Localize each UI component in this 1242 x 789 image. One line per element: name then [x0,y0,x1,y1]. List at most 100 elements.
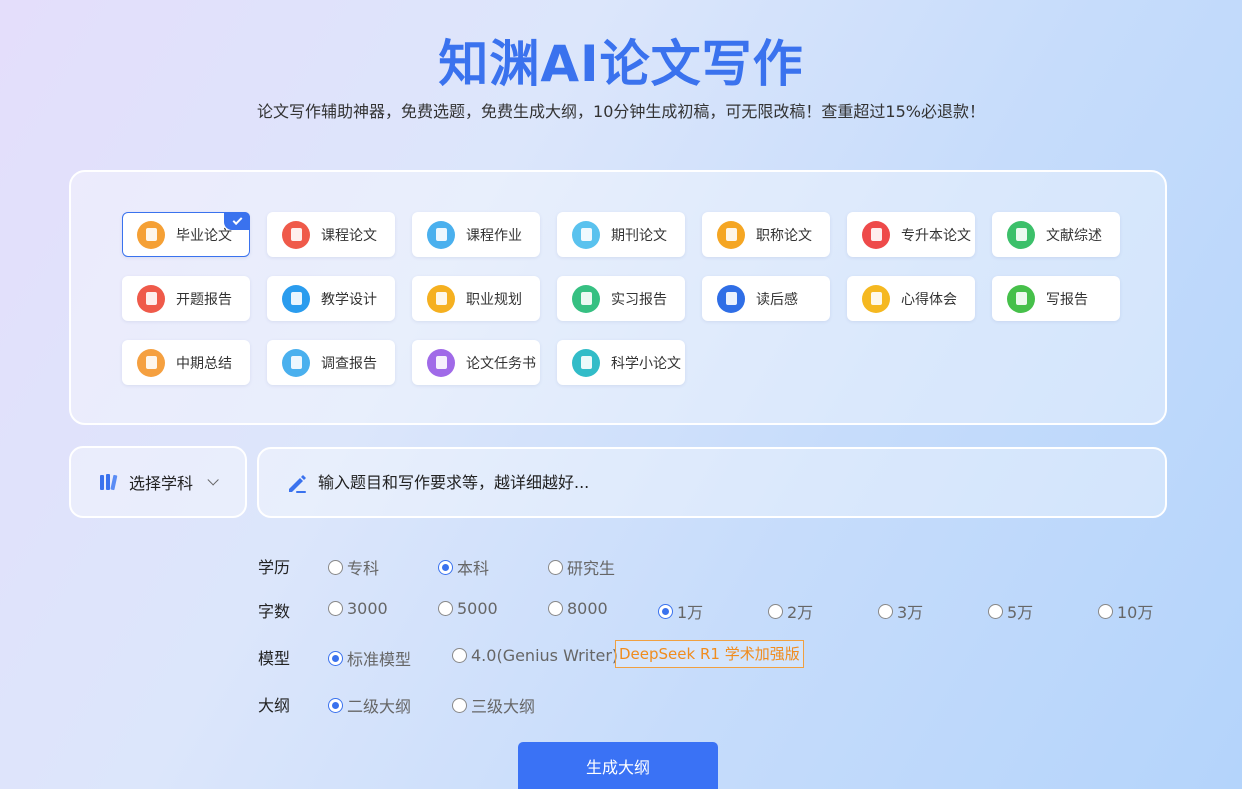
radio-dot[interactable] [328,697,343,713]
paper-type-card[interactable]: 开题报告 [122,276,250,321]
outline-label: 大纲 [258,696,291,715]
paper-type-label: 调查报告 [321,355,377,372]
radio-label: 1万 [677,603,704,622]
paper-type-card[interactable]: 读后感 [702,276,830,321]
radio-label: 2万 [787,603,814,622]
task-book-icon [427,348,455,377]
paper-type-label: 文献综述 [1046,227,1102,244]
radio-words-20k[interactable]: 2万 [768,599,813,623]
notebook-icon [862,284,890,313]
paper-type-label: 心得体会 [901,291,957,308]
graduation-cap-icon [137,220,165,249]
radio-label: 5万 [1007,603,1034,622]
topic-input[interactable] [318,473,1118,492]
radio-dot[interactable] [438,601,453,616]
paper-type-card[interactable]: 中期总结 [122,340,250,385]
paper-type-card[interactable]: 教学设计 [267,276,395,321]
radio-words-30k[interactable]: 3万 [878,599,923,623]
icon-glyph [435,292,447,305]
paper-type-label: 毕业论文 [176,227,232,244]
paper-type-card[interactable]: 文献综述 [992,212,1120,257]
radio-label: 本科 [457,559,490,578]
radio-dot[interactable] [452,697,467,713]
paper-type-card[interactable]: 写报告 [992,276,1120,321]
radio-words-3000[interactable]: 3000 [328,599,388,618]
page-title: 知渊AI论文写作 [438,35,804,93]
radio-dot[interactable] [328,601,343,616]
radio-education-benke[interactable]: 本科 [438,555,489,579]
paper-type-card[interactable]: 毕业论文 [122,212,250,257]
icon-glyph [580,356,592,369]
paper-type-card[interactable]: 调查报告 [267,340,395,385]
chat-bubble-icon [717,284,745,313]
radio-dot[interactable] [438,559,453,575]
radio-dot[interactable] [1098,603,1113,619]
education-label: 学历 [258,558,291,577]
open-book-icon [1007,220,1035,249]
paper-type-label: 职称论文 [756,227,812,244]
radio-dot[interactable] [878,603,893,619]
radio-words-5000[interactable]: 5000 [438,599,498,618]
radio-words-100k[interactable]: 10万 [1098,599,1153,623]
paper-type-card[interactable]: 期刊论文 [557,212,685,257]
icon-glyph [435,228,447,241]
certificate-icon [717,220,745,249]
word-count-label: 字数 [258,602,291,621]
radio-dot[interactable] [548,559,563,575]
icon-glyph [870,228,882,241]
paper-type-label: 科学小论文 [611,355,681,372]
generate-outline-button[interactable]: 生成大纲 [518,742,718,789]
paper-type-card[interactable]: 心得体会 [847,276,975,321]
radio-dot[interactable] [452,648,467,663]
icon-glyph [145,356,157,369]
paper-type-card[interactable]: 论文任务书 [412,340,540,385]
paper-type-card[interactable]: 科学小论文 [557,340,685,385]
icon-glyph [145,228,157,241]
radio-label: 专科 [347,559,380,578]
paper-type-card[interactable]: 课程论文 [267,212,395,257]
radio-label: 研究生 [567,559,616,578]
radio-education-zhuanke[interactable]: 专科 [328,555,379,579]
radio-outline-level2[interactable]: 二级大纲 [328,693,411,717]
model-label: 模型 [258,649,291,668]
subject-select[interactable]: 选择学科 [69,446,247,518]
paper-type-label: 课程作业 [466,227,522,244]
radio-words-8000[interactable]: 8000 [548,599,608,618]
radio-outline-level3[interactable]: 三级大纲 [452,693,535,717]
outline-row: 大纲 二级大纲 三级大纲 [0,690,1242,717]
paper-type-card[interactable]: 实习报告 [557,276,685,321]
tie-icon [427,284,455,313]
paper-type-label: 课程论文 [321,227,377,244]
radio-education-graduate[interactable]: 研究生 [548,555,615,579]
topic-box[interactable] [257,447,1167,518]
radio-dot[interactable] [768,603,783,619]
paper-type-card[interactable]: 职称论文 [702,212,830,257]
radio-label: 3000 [347,599,388,618]
icon-glyph [290,228,302,241]
radio-label: 三级大纲 [471,697,536,716]
journal-icon [572,220,600,249]
radio-dot[interactable] [658,603,673,619]
document-icon [427,220,455,249]
check-icon [224,212,250,230]
radio-dot[interactable] [328,559,343,575]
radio-dot[interactable] [988,603,1003,619]
icon-glyph [1015,228,1027,241]
paper-type-label: 写报告 [1046,291,1088,308]
flask-icon [572,348,600,377]
paper-type-card[interactable]: 课程作业 [412,212,540,257]
book-icon [282,220,310,249]
paper-type-card[interactable]: 职业规划 [412,276,540,321]
radio-model-genius[interactable]: 4.0(Genius Writer) [452,646,618,665]
paper-type-label: 职业规划 [466,291,522,308]
deepseek-badge[interactable]: DeepSeek R1 学术加强版 [615,640,804,668]
radio-words-50k[interactable]: 5万 [988,599,1033,623]
radio-words-10k[interactable]: 1万 [658,599,703,623]
radio-model-standard[interactable]: 标准模型 [328,646,411,670]
subject-label: 选择学科 [129,474,194,493]
radio-dot[interactable] [548,601,563,616]
radio-dot[interactable] [328,650,343,666]
paper-type-panel: 毕业论文 课程论文 课程作业 期刊论文 职称论文 专升本论文 文献综述开题报告 教学设计 职业规… [69,170,1167,425]
paper-type-card[interactable]: 专升本论文 [847,212,975,257]
education-row: 学历 专科 本科 研究生 [0,552,1242,579]
